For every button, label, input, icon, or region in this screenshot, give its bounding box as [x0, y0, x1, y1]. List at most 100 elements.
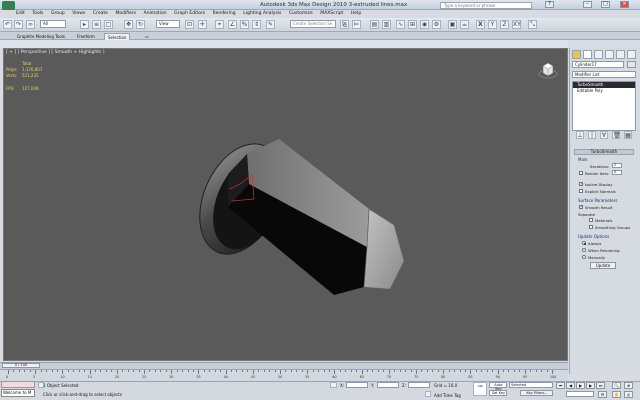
rect-selection-icon[interactable]: □ [104, 20, 113, 29]
menu-modifiers[interactable]: Modifiers [115, 10, 136, 18]
time-slider-handle[interactable]: 0 / 100 [2, 363, 40, 368]
explicit-normals-checkbox[interactable] [579, 189, 583, 193]
modify-panel-icon[interactable] [583, 50, 592, 59]
perspective-viewport[interactable] [3, 48, 568, 361]
material-editor-icon[interactable]: ◉ [420, 20, 429, 29]
named-selection-input[interactable]: Create Selection Se [290, 20, 336, 28]
spinner-snap-icon[interactable]: ⇕ [252, 20, 261, 29]
menu-views[interactable]: Views [72, 10, 85, 18]
x-coordinate-field[interactable] [346, 382, 368, 388]
set-key-button[interactable]: Set Key [489, 390, 507, 396]
menu-animation[interactable]: Animation [144, 10, 167, 18]
snap-toggle-icon[interactable]: ⌖ [215, 20, 224, 29]
maximize-button[interactable]: □ [601, 1, 610, 8]
maxscript-listener-output[interactable] [1, 381, 35, 388]
go-to-end-icon[interactable]: ⏭ [596, 382, 605, 389]
auto-key-button[interactable]: Auto Key [489, 382, 507, 391]
iterations-spinner[interactable]: 2 [612, 163, 622, 168]
undo-icon[interactable]: ↶ [3, 20, 12, 29]
render-setup-icon[interactable]: ⚙ [432, 20, 441, 29]
z-coordinate-field[interactable] [408, 382, 430, 388]
menu-maxscript[interactable]: MAXScript [320, 10, 343, 18]
smoothing-groups-checkbox[interactable] [589, 225, 593, 229]
key-icon[interactable]: ⊸ [473, 382, 487, 396]
quick-render-icon[interactable]: ☕ [460, 20, 469, 29]
time-config-icon[interactable]: ⚙ [598, 391, 607, 398]
always-radio[interactable] [582, 241, 586, 245]
render-frame-icon[interactable]: ▣ [448, 20, 457, 29]
when-rendering-radio[interactable] [582, 248, 586, 252]
absolute-mode-icon[interactable] [330, 382, 337, 388]
menu-lighting-analysis[interactable]: Lighting Analysis [243, 10, 281, 18]
tab-freeform[interactable]: Freeform [74, 33, 98, 40]
current-frame-field[interactable] [566, 391, 594, 397]
pivot-icon[interactable]: ⊡ [185, 20, 194, 29]
modifier-list-dropdown[interactable]: Modifier List [572, 71, 636, 78]
axis-xy-button[interactable]: XY [512, 20, 521, 29]
next-frame-icon[interactable]: ▶ [586, 382, 595, 389]
y-coordinate-field[interactable] [377, 382, 399, 388]
object-name-field[interactable]: Cylinder17 [572, 61, 624, 68]
move-icon[interactable]: ✥ [124, 20, 133, 29]
layer-manager-icon[interactable]: ▤ [370, 20, 379, 29]
axis-z-button[interactable]: Z [500, 20, 509, 29]
render-iters-checkbox[interactable] [579, 171, 583, 175]
render-iters-spinner[interactable]: 0 [612, 170, 622, 175]
schematic-view-icon[interactable]: ⊞ [408, 20, 417, 29]
add-time-tag[interactable]: Add Time Tag [434, 393, 461, 398]
select-object-icon[interactable]: ▸ [80, 20, 89, 29]
smooth-result-checkbox[interactable]: ✓ [579, 205, 583, 209]
ribbon-options-icon[interactable]: ▭ [142, 33, 152, 40]
angle-snap-icon[interactable]: ∠ [228, 20, 237, 29]
align-icon[interactable]: ⊨ [352, 20, 361, 29]
zoom-all-icon[interactable]: ⊕ [624, 382, 633, 389]
graphite-toggle-icon[interactable]: ▥ [382, 20, 391, 29]
update-button[interactable]: Update [590, 262, 616, 269]
manually-radio[interactable] [582, 255, 586, 259]
manipulate-icon[interactable]: ✛ [198, 20, 207, 29]
stack-item-editable-poly[interactable]: Editable Poly [573, 88, 635, 94]
create-panel-icon[interactable] [572, 50, 581, 59]
display-panel-icon[interactable] [616, 50, 625, 59]
hierarchy-panel-icon[interactable] [594, 50, 603, 59]
go-to-start-icon[interactable]: ⏮ [556, 382, 565, 389]
time-tag-icon[interactable] [425, 391, 431, 397]
pin-stack-icon[interactable]: ⊥ [576, 131, 584, 139]
track-bar[interactable] [0, 369, 568, 381]
percent-snap-icon[interactable]: % [240, 20, 249, 29]
remove-modifier-icon[interactable]: 🗑 [612, 131, 621, 139]
configure-modifier-sets-icon[interactable]: ▦ [624, 131, 632, 139]
menu-group[interactable]: Group [51, 10, 65, 18]
turbosmooth-rollout-header[interactable]: TurboSmooth [574, 149, 634, 155]
make-unique-icon[interactable]: ∀ [600, 131, 608, 139]
utilities-panel-icon[interactable] [627, 50, 636, 59]
axis-y-button[interactable]: Y [488, 20, 497, 29]
maxscript-mini-listener[interactable]: Welcome to M [1, 389, 35, 397]
zoom-icon[interactable]: 🔍 [612, 382, 621, 389]
menu-edit[interactable]: Edit [16, 10, 25, 18]
pan-icon[interactable]: ✋ [612, 391, 621, 398]
tab-graphite-modeling-tools[interactable]: Graphite Modeling Tools [14, 33, 68, 40]
close-button[interactable]: × [620, 1, 629, 8]
show-end-result-icon[interactable]: | [588, 131, 596, 139]
menu-help[interactable]: Help [351, 10, 361, 18]
axis-x-button[interactable]: X [476, 20, 485, 29]
key-set-dropdown[interactable]: Selected [509, 382, 553, 388]
help-icon[interactable]: ? [545, 1, 554, 8]
link-icon[interactable]: ∞ [26, 20, 35, 29]
time-slider[interactable] [0, 362, 568, 369]
isoline-display-checkbox[interactable]: ✓ [579, 182, 583, 186]
rotate-icon[interactable]: ↻ [136, 20, 145, 29]
play-icon[interactable]: ▶ [576, 382, 585, 389]
menu-graph-editors[interactable]: Graph Editors [174, 10, 205, 18]
viewcube-icon[interactable] [538, 60, 558, 80]
viewport-label[interactable]: [ + ] [ Perspective ] [ Smooth + Highlig… [6, 50, 104, 55]
curve-editor-icon[interactable]: ∿ [396, 20, 405, 29]
motion-panel-icon[interactable] [605, 50, 614, 59]
axis-toggle-icon[interactable]: ⤡ [528, 20, 537, 29]
search-input[interactable]: Type a keyword or phrase [440, 2, 532, 9]
app-logo-icon[interactable] [2, 1, 15, 10]
key-filters-button[interactable]: Key Filters... [520, 390, 553, 396]
menu-rendering[interactable]: Rendering [213, 10, 236, 18]
menu-customize[interactable]: Customize [289, 10, 313, 18]
